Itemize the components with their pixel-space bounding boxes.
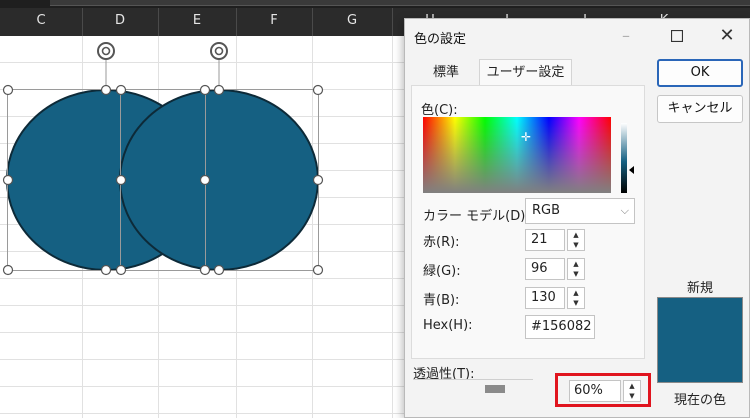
minimize-icon: –: [622, 26, 630, 45]
blue-input[interactable]: 130: [525, 287, 565, 309]
tab-standard[interactable]: 標準: [413, 60, 479, 86]
crosshair-icon[interactable]: ✛: [519, 130, 533, 144]
red-label: 赤(R):: [423, 235, 460, 250]
circle-shape-right[interactable]: [119, 89, 319, 271]
color-preview-swatch: [657, 297, 743, 383]
transparency-slider[interactable]: [485, 385, 505, 393]
transparency-value: 60: [574, 383, 591, 398]
luminance-pointer-icon[interactable]: [629, 166, 634, 174]
hex-input[interactable]: #156082: [525, 315, 595, 339]
spin-up-icon[interactable]: ▲: [568, 259, 584, 269]
red-stepper[interactable]: ▲ ▼: [567, 229, 585, 251]
spin-up-icon[interactable]: ▲: [624, 381, 640, 391]
rotate-handle-icon[interactable]: [210, 42, 228, 60]
transparency-underline: [413, 379, 533, 380]
tab-custom[interactable]: ユーザー設定: [479, 59, 572, 87]
color-picker-label: 色(C):: [421, 103, 458, 118]
red-input[interactable]: 21: [525, 229, 565, 251]
spin-down-icon[interactable]: ▼: [568, 269, 584, 279]
green-label: 緑(G):: [423, 264, 461, 279]
spin-up-icon[interactable]: ▲: [568, 288, 584, 298]
spin-down-icon[interactable]: ▼: [624, 391, 640, 401]
ok-button[interactable]: OK: [657, 59, 743, 87]
blue-label: 青(B):: [423, 293, 460, 308]
blue-stepper[interactable]: ▲ ▼: [567, 287, 585, 309]
cancel-button[interactable]: キャンセル: [657, 95, 743, 123]
hex-label: Hex(H):: [423, 318, 473, 333]
luminance-slider[interactable]: [621, 123, 627, 193]
chevron-down-icon: ⌵: [620, 204, 629, 217]
color-model-select[interactable]: RGB ⌵: [525, 198, 635, 224]
spin-down-icon[interactable]: ▼: [568, 298, 584, 308]
maximize-icon[interactable]: [666, 25, 688, 47]
color-settings-dialog: 色の設定 – ✕ 標準 ユーザー設定 色(C): ✛ カラー モデル(D): R…: [404, 18, 750, 418]
green-stepper[interactable]: ▲ ▼: [567, 258, 585, 280]
current-color-label: 現在の色: [673, 393, 726, 408]
spin-up-icon[interactable]: ▲: [568, 230, 584, 240]
spin-down-icon[interactable]: ▼: [568, 240, 584, 250]
transparency-stepper[interactable]: ▲ ▼: [623, 380, 641, 402]
rotate-handle-icon[interactable]: [97, 42, 115, 60]
color-spectrum[interactable]: [423, 117, 611, 193]
transparency-unit: %: [590, 383, 603, 398]
close-icon[interactable]: ✕: [716, 25, 738, 47]
dialog-title: 色の設定: [414, 32, 467, 47]
color-model-value: RGB: [532, 203, 561, 218]
new-color-label: 新規: [686, 281, 713, 296]
transparency-input[interactable]: 60%: [569, 380, 621, 402]
green-input[interactable]: 96: [525, 258, 565, 280]
color-model-label: カラー モデル(D):: [423, 209, 530, 224]
